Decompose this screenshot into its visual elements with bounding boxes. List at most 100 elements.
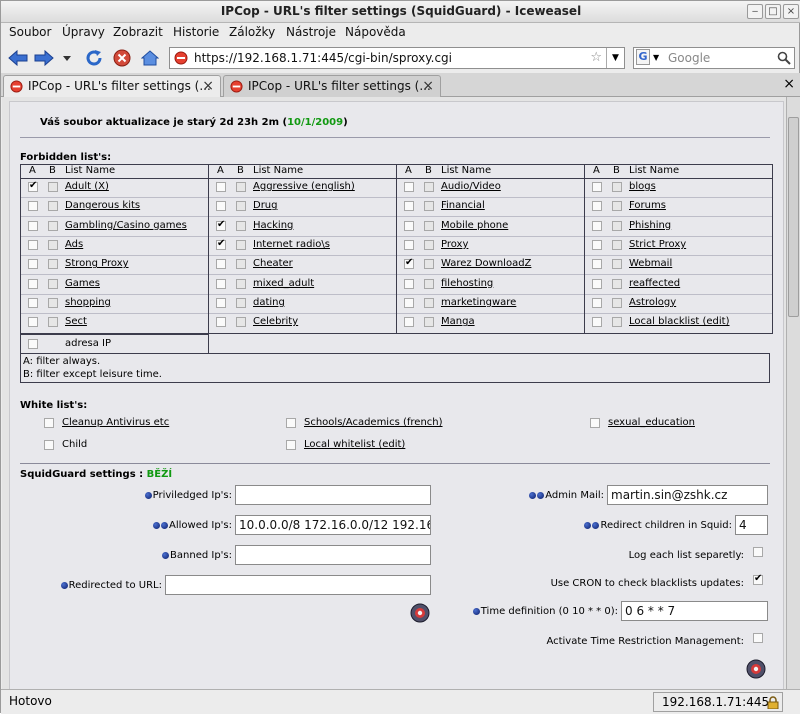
bookmark-star-icon[interactable]: ☆ [590,48,602,68]
white-list-link[interactable]: Local whitelist (edit) [304,439,405,450]
menu-nastroje[interactable]: Nástroje [286,25,336,39]
filter-always-checkbox[interactable] [592,317,602,328]
search-engine-icon[interactable]: G [636,49,650,65]
forbidden-list-link[interactable]: filehosting [441,278,493,289]
filter-except-leisure-checkbox[interactable] [612,239,622,250]
search-box[interactable]: G ▼ Google [633,47,795,69]
filter-always-checkbox[interactable] [592,259,602,270]
forbidden-list-link[interactable]: Cheater [253,258,293,269]
filter-always-checkbox[interactable] [404,278,414,289]
forbidden-list-link[interactable]: Forums [629,200,666,211]
filter-except-leisure-checkbox[interactable] [612,278,622,289]
forbidden-list-link[interactable]: blogs [629,181,656,192]
filter-except-leisure-checkbox[interactable] [236,278,246,289]
filter-except-leisure-checkbox[interactable] [424,317,434,328]
priviledged-ips-input[interactable] [235,485,431,505]
filter-except-leisure-checkbox[interactable] [48,278,58,289]
filter-always-checkbox[interactable] [216,182,226,192]
filter-except-leisure-checkbox[interactable] [48,317,58,328]
forbidden-list-link[interactable]: Celebrity [253,316,298,327]
filter-always-checkbox[interactable] [28,239,38,250]
filter-always-checkbox[interactable] [592,278,602,289]
filter-except-leisure-checkbox[interactable] [236,239,246,250]
time-definition-input[interactable]: 0 6 * * 7 [621,601,768,621]
filter-except-leisure-checkbox[interactable] [424,278,434,289]
filter-always-checkbox[interactable] [404,201,414,212]
filter-except-leisure-checkbox[interactable] [424,220,434,231]
forbidden-list-link[interactable]: Astrology [629,297,676,308]
filter-except-leisure-checkbox[interactable] [424,297,434,308]
redirect-url-input[interactable] [165,575,431,595]
white-list-checkbox[interactable] [44,440,54,450]
forbidden-list-link[interactable]: Gambling/Casino games [65,220,187,231]
forbidden-list-link[interactable]: marketingware [441,297,516,308]
url-dropdown-icon[interactable]: ▼ [606,48,624,68]
reload-button[interactable] [83,47,105,69]
forbidden-list-link[interactable]: Adult (X) [65,181,109,192]
forbidden-list-link[interactable]: Ads [65,239,83,250]
filter-except-leisure-checkbox[interactable] [48,220,58,231]
forbidden-list-link[interactable]: reaffected [629,278,680,289]
filter-always-checkbox[interactable] [216,259,226,270]
menu-zobrazit[interactable]: Zobrazit [113,25,163,39]
menu-napoveda[interactable]: Nápověda [345,25,406,39]
forbidden-list-link[interactable]: mixed_adult [253,278,314,289]
filter-except-leisure-checkbox[interactable] [612,220,622,231]
forbidden-list-link[interactable]: Mobile phone [441,220,508,231]
forward-button[interactable] [33,47,55,69]
filter-except-leisure-checkbox[interactable] [48,297,58,308]
forbidden-list-link[interactable]: Phishing [629,220,671,231]
search-engine-dropdown-icon[interactable]: ▼ [653,48,659,68]
filter-except-leisure-checkbox[interactable] [48,182,58,192]
forbidden-list-link[interactable]: Proxy [441,239,468,250]
maximize-button[interactable]: □ [765,4,781,19]
filter-except-leisure-checkbox[interactable] [424,201,434,212]
filter-except-leisure-checkbox[interactable] [612,201,622,212]
close-tab-icon[interactable]: × [422,76,434,96]
forbidden-list-link[interactable]: Manga [441,316,475,327]
filter-always-checkbox[interactable] [404,297,414,308]
white-list-link[interactable]: sexual_education [608,417,695,428]
filter-except-leisure-checkbox[interactable] [236,297,246,308]
filter-always-checkbox[interactable] [404,220,414,231]
white-list-checkbox[interactable] [590,418,600,428]
filter-always-checkbox[interactable] [28,339,38,350]
save-squid-settings-button[interactable] [746,659,766,679]
filter-always-checkbox[interactable]: ✔ [216,238,226,250]
home-button[interactable] [139,47,161,69]
filter-except-leisure-checkbox[interactable] [424,182,434,192]
close-tab-icon[interactable]: × [202,76,214,96]
forbidden-list-link[interactable]: Hacking [253,220,293,231]
filter-except-leisure-checkbox[interactable] [612,317,622,328]
filter-always-checkbox[interactable] [28,317,38,328]
forbidden-list-link[interactable]: Local blacklist (edit) [629,316,730,327]
filter-except-leisure-checkbox[interactable] [236,259,246,270]
filter-always-checkbox[interactable] [28,278,38,289]
close-tab-icon[interactable]: × [783,76,795,92]
filter-except-leisure-checkbox[interactable] [236,201,246,212]
filter-always-checkbox[interactable]: ✔ [404,257,414,270]
banned-ips-input[interactable] [235,545,431,565]
log-separately-checkbox[interactable] [753,547,763,557]
forbidden-list-link[interactable]: Sect [65,316,87,327]
filter-always-checkbox[interactable] [216,317,226,328]
stop-button[interactable] [111,47,133,69]
filter-always-checkbox[interactable]: ✔ [216,219,226,231]
filter-except-leisure-checkbox[interactable] [48,201,58,212]
redirect-children-input[interactable]: 4 [735,515,768,535]
filter-always-checkbox[interactable] [28,220,38,231]
url-bar[interactable]: https://192.168.1.71:445/cgi-bin/sproxy.… [169,47,625,69]
forbidden-list-link[interactable]: dating [253,297,285,308]
filter-except-leisure-checkbox[interactable] [424,239,434,250]
white-list-link[interactable]: Cleanup Antivirus etc [62,417,169,428]
tab-filter-settings-1[interactable]: IPCop - URL's filter settings (... × [3,75,221,98]
scrollbar-thumb[interactable] [788,117,799,317]
forbidden-list-link[interactable]: Financial [441,200,485,211]
forbidden-list-link[interactable]: Warez DownloadZ [441,258,531,269]
filter-except-leisure-checkbox[interactable] [612,297,622,308]
filter-always-checkbox[interactable] [592,220,602,231]
forbidden-list-link[interactable]: Dangerous kits [65,200,140,211]
tab-filter-settings-2[interactable]: IPCop - URL's filter settings (... × [223,75,441,97]
filter-always-checkbox[interactable] [28,259,38,270]
filter-always-checkbox[interactable] [404,239,414,250]
